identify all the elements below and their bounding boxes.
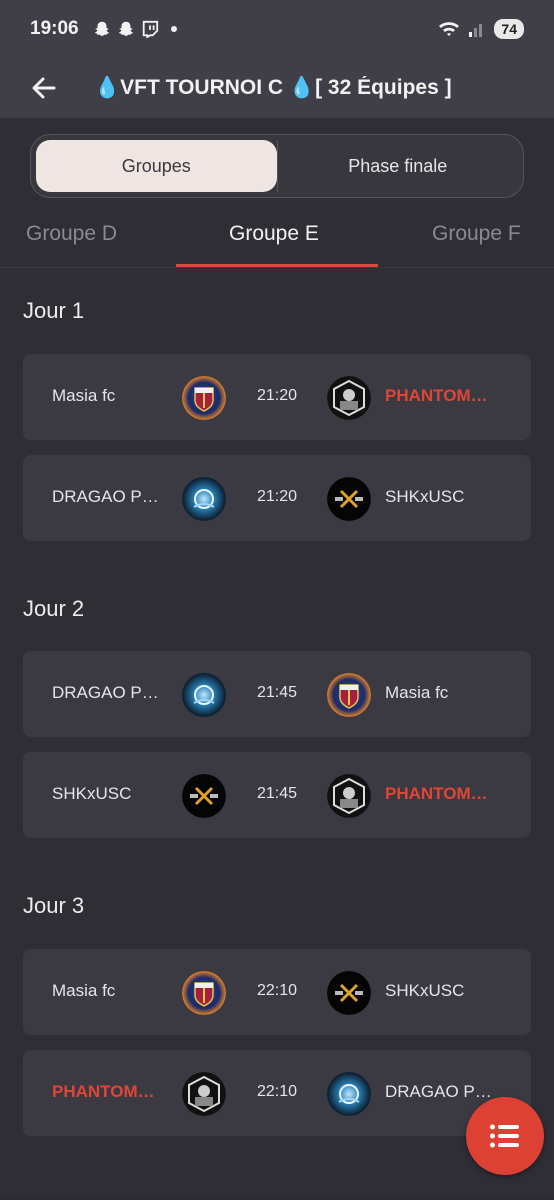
bottom-divider bbox=[0, 1196, 554, 1200]
segmented-control: Groupes Phase finale bbox=[30, 134, 524, 198]
match-card[interactable]: SHKxUSC 21:45 PHANTOM… bbox=[23, 752, 531, 838]
match-card[interactable]: Masia fc 21:20 PHANTOM… bbox=[23, 354, 531, 440]
phantom-logo-icon bbox=[327, 376, 371, 420]
match-card[interactable]: Masia fc 22:10 SHKxUSC bbox=[23, 949, 531, 1035]
away-team-name: PHANTOM… bbox=[385, 784, 488, 803]
home-team-name: PHANTOM… bbox=[52, 1082, 155, 1101]
list-icon bbox=[490, 1124, 519, 1148]
status-bar: 19:06 74 bbox=[0, 0, 554, 58]
fab-list-button[interactable] bbox=[466, 1097, 544, 1175]
dragao-logo-icon bbox=[327, 1072, 371, 1116]
barca-logo-icon bbox=[182, 376, 226, 420]
dragao-logo-icon bbox=[182, 673, 226, 717]
day-title-2: Jour 2 bbox=[23, 596, 85, 621]
match-time: 22:10 bbox=[256, 1083, 298, 1100]
tab-indicator bbox=[176, 264, 378, 267]
twitch-icon bbox=[142, 20, 158, 38]
phantom-logo-icon bbox=[327, 774, 371, 818]
page-title: 💧VFT TOURNOI C 💧[ 32 Équipes ] bbox=[94, 76, 452, 99]
segment-groups[interactable]: Groupes bbox=[36, 140, 277, 192]
tab-groupe-e[interactable]: Groupe E bbox=[229, 222, 319, 246]
home-team-name: Masia fc bbox=[52, 981, 116, 1000]
match-time: 22:10 bbox=[256, 982, 298, 999]
back-button[interactable] bbox=[14, 58, 74, 118]
match-time: 21:45 bbox=[256, 785, 298, 802]
match-card[interactable]: PHANTOM… 22:10 DRAGAO P… bbox=[23, 1050, 531, 1136]
home-team-name: DRAGAO P… bbox=[52, 487, 159, 506]
status-time: 19:06 bbox=[30, 18, 79, 39]
home-team-name: DRAGAO P… bbox=[52, 683, 159, 702]
away-team-name: SHKxUSC bbox=[385, 981, 465, 1000]
day-title-1: Jour 1 bbox=[23, 298, 85, 323]
away-team-name: SHKxUSC bbox=[385, 487, 465, 506]
tab-groupe-d[interactable]: Groupe D bbox=[26, 222, 117, 246]
away-team-name: PHANTOM… bbox=[385, 386, 488, 405]
match-card[interactable]: DRAGAO P… 21:45 Masia fc bbox=[23, 651, 531, 737]
snapchat-icon bbox=[94, 21, 109, 36]
away-team-name: Masia fc bbox=[385, 683, 449, 702]
away-team-name: DRAGAO P… bbox=[385, 1082, 492, 1101]
home-team-name: SHKxUSC bbox=[52, 784, 132, 803]
app-bar: 💧VFT TOURNOI C 💧[ 32 Équipes ] bbox=[0, 58, 554, 118]
arrow-left-icon bbox=[32, 77, 56, 99]
shk-logo-icon bbox=[327, 971, 371, 1015]
wifi-icon bbox=[439, 22, 460, 36]
shk-logo-icon bbox=[327, 477, 371, 521]
match-time: 21:20 bbox=[256, 488, 298, 505]
match-time: 21:20 bbox=[256, 387, 298, 404]
barca-logo-icon bbox=[327, 673, 371, 717]
notification-dot-icon bbox=[170, 26, 177, 32]
barca-logo-icon bbox=[182, 971, 226, 1015]
day-title-3: Jour 3 bbox=[23, 893, 85, 918]
signal-icon bbox=[469, 24, 483, 37]
match-card[interactable]: DRAGAO P… 21:20 SHKxUSC bbox=[23, 455, 531, 541]
segment-final-phase[interactable]: Phase finale bbox=[278, 140, 519, 192]
battery-indicator: 74 bbox=[494, 19, 524, 39]
snapchat-icon-2 bbox=[118, 21, 133, 36]
home-team-name: Masia fc bbox=[52, 386, 116, 405]
phantom-logo-icon bbox=[182, 1072, 226, 1116]
group-tabs: Groupe D Groupe E Groupe F bbox=[0, 208, 554, 268]
shk-logo-icon bbox=[182, 774, 226, 818]
match-time: 21:45 bbox=[256, 684, 298, 701]
dragao-logo-icon bbox=[182, 477, 226, 521]
tab-groupe-f[interactable]: Groupe F bbox=[432, 222, 521, 246]
